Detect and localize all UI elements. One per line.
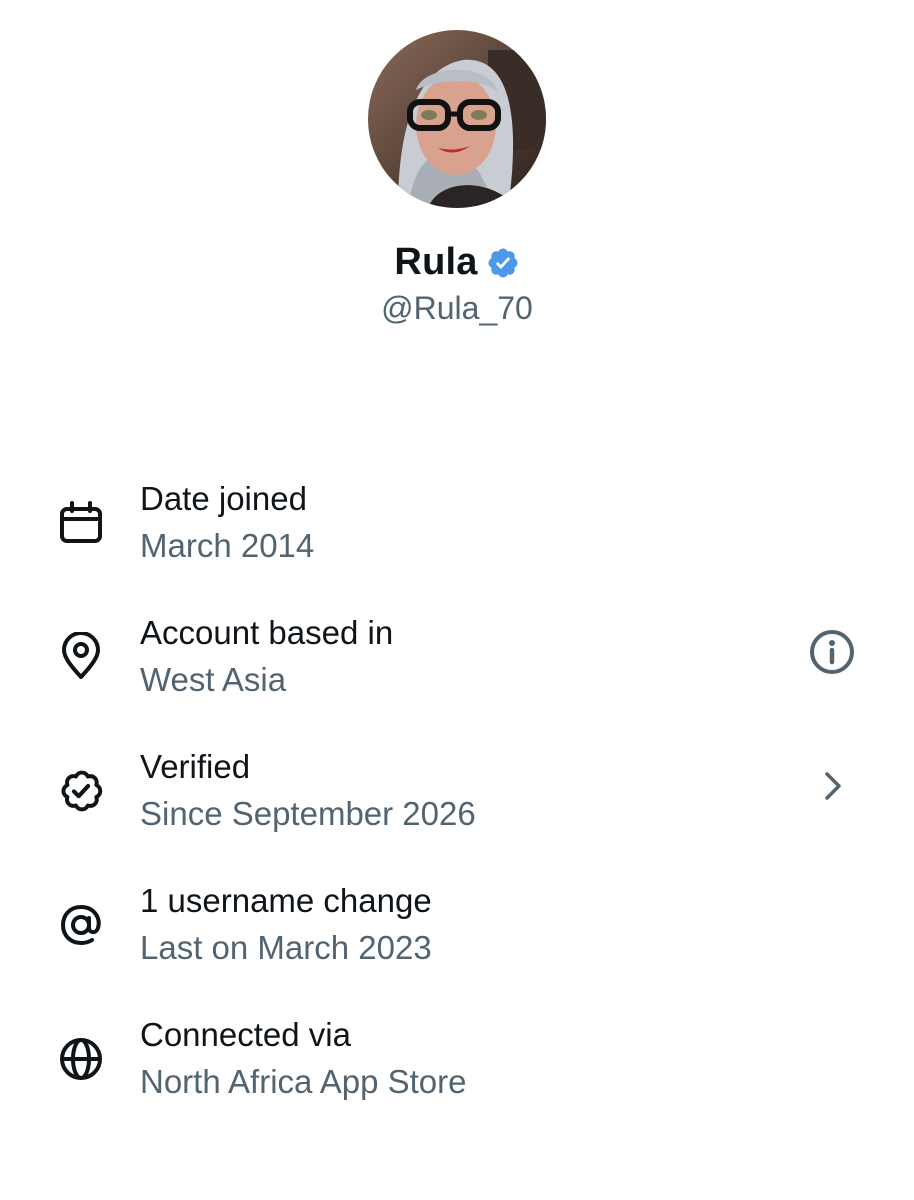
avatar[interactable] [368, 30, 546, 208]
globe-icon [56, 1034, 106, 1084]
list-item-account-based-in: Account based in West Asia [0, 604, 914, 738]
chevron-right-icon[interactable] [806, 760, 858, 812]
profile-header: Rula @Rula_70 [0, 30, 914, 327]
row-title: Verified [140, 748, 251, 785]
row-title: Date joined [140, 480, 307, 517]
info-icon[interactable] [806, 626, 858, 678]
handle: @Rula_70 [381, 290, 533, 326]
at-sign-icon [56, 900, 106, 950]
row-title: 1 username change [140, 882, 432, 919]
calendar-icon [56, 498, 106, 548]
row-title: Connected via [140, 1016, 351, 1053]
name-row: Rula [0, 238, 914, 286]
row-subtitle: North Africa App Store [140, 1063, 467, 1100]
list-item-verified[interactable]: Verified Since September 2026 [0, 738, 914, 872]
row-subtitle: March 2014 [140, 527, 315, 564]
row-subtitle: Since September 2026 [140, 795, 476, 832]
row-title: Account based in [140, 614, 394, 651]
list-item-username-change: 1 username change Last on March 2023 [0, 872, 914, 1006]
row-subtitle: Last on March 2023 [140, 929, 432, 966]
list-item-connected-via: Connected via North Africa App Store [0, 1006, 914, 1140]
row-subtitle: West Asia [140, 661, 287, 698]
location-pin-icon [56, 632, 106, 682]
profile-photo [368, 30, 546, 208]
verified-badge-icon [486, 246, 520, 280]
list-item-date-joined: Date joined March 2014 [0, 470, 914, 604]
display-name: Rula [394, 240, 478, 283]
verified-badge-icon [56, 766, 106, 816]
account-details-list: Date joined March 2014 Account based in … [0, 470, 914, 1140]
